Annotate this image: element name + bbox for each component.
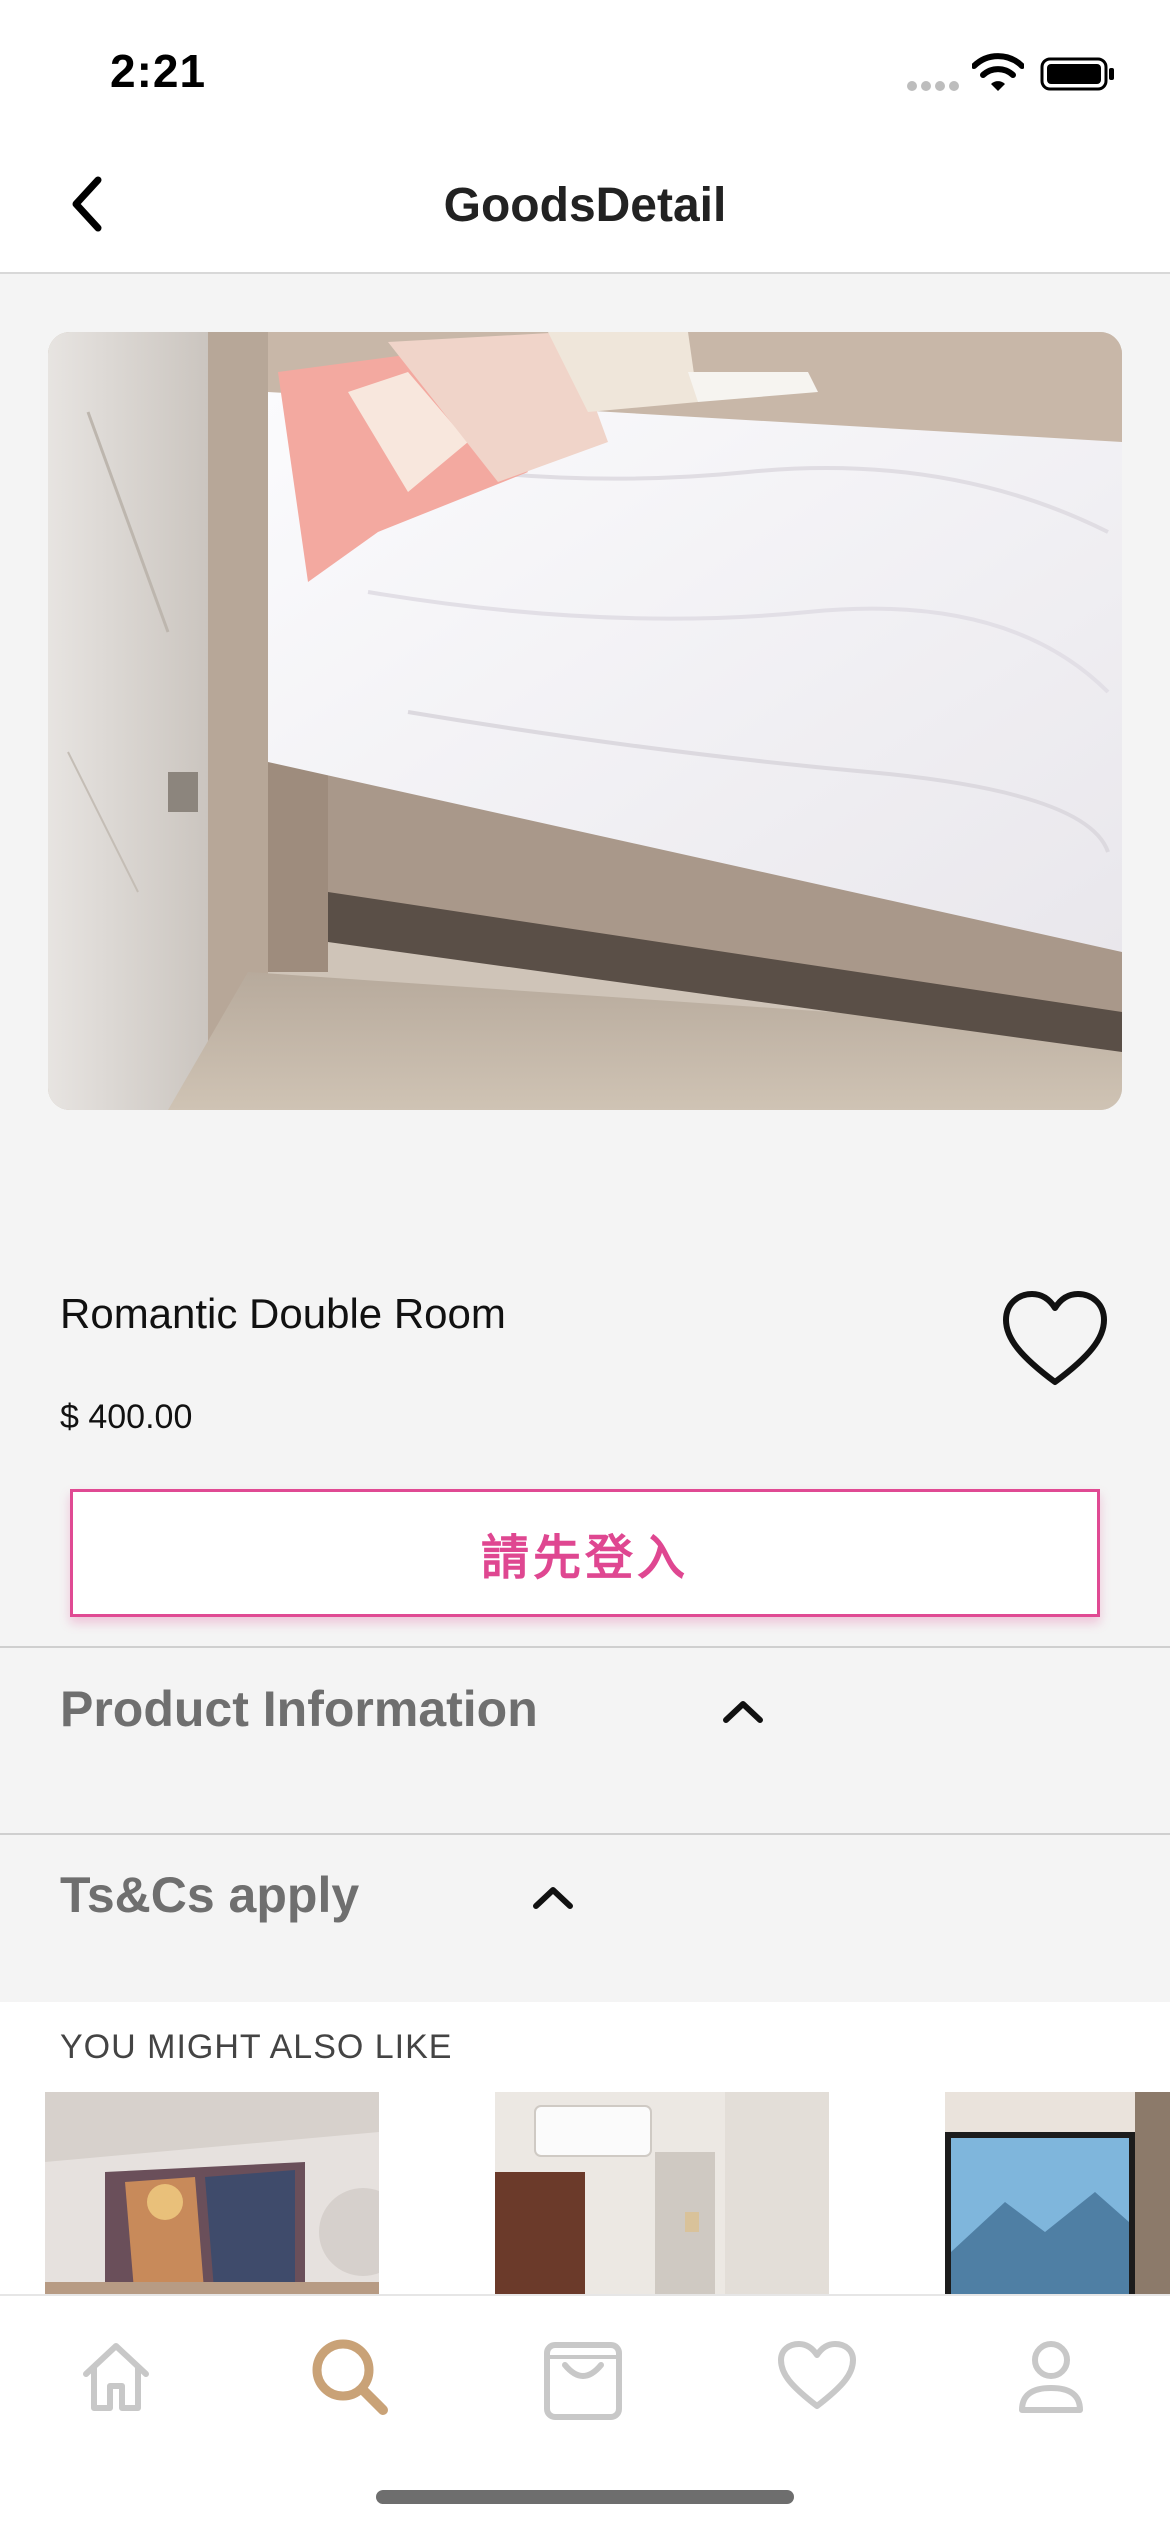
favorite-button[interactable] xyxy=(1000,1290,1110,1390)
tab-search[interactable] xyxy=(299,2326,399,2426)
wifi-icon xyxy=(972,53,1024,91)
home-indicator xyxy=(376,2490,794,2504)
room-photo-graffiti-wall xyxy=(45,2092,379,2294)
chevron-up-icon xyxy=(723,1701,763,1723)
section-title: Ts&Cs apply xyxy=(60,1867,360,1923)
chevron-up-icon xyxy=(533,1887,573,1909)
battery-icon xyxy=(1040,57,1114,91)
status-time: 2:21 xyxy=(110,45,207,97)
navigation-bar: GoodsDetail xyxy=(0,140,1170,274)
recommendation-card[interactable] xyxy=(945,2092,1170,2294)
divider xyxy=(0,1833,1170,1835)
tab-profile[interactable] xyxy=(1001,2326,1101,2426)
terms-conditions-header[interactable]: Ts&Cs apply xyxy=(0,1836,1170,1956)
tab-home[interactable] xyxy=(66,2326,166,2426)
recommendations-section: YOU MIGHT ALSO LIKE xyxy=(0,2002,1170,2294)
divider xyxy=(0,1646,1170,1648)
product-price: $ 400.00 xyxy=(60,1398,193,1436)
status-bar: 2:21 xyxy=(0,0,1170,140)
page-title: GoodsDetail xyxy=(443,179,727,232)
recommendations-title: YOU MIGHT ALSO LIKE xyxy=(60,2028,453,2066)
tab-favorites[interactable] xyxy=(767,2326,867,2426)
product-information-header[interactable]: Product Information xyxy=(0,1650,1170,1770)
shopping-bag-icon xyxy=(544,2342,622,2420)
recommendation-card[interactable] xyxy=(45,2092,379,2294)
profile-icon xyxy=(1019,2341,1083,2413)
recommendation-card[interactable] xyxy=(495,2092,829,2294)
tab-cart[interactable] xyxy=(533,2326,633,2426)
home-icon xyxy=(83,2343,149,2411)
heart-outline-icon xyxy=(1003,1291,1107,1385)
login-first-button[interactable]: 請先登入 xyxy=(70,1489,1100,1617)
search-icon xyxy=(312,2339,388,2415)
cellular-signal-icon xyxy=(907,81,959,91)
room-photo-air-conditioner xyxy=(495,2092,829,2294)
product-name: Romantic Double Room xyxy=(60,1290,506,1337)
room-photo-mountain-painting xyxy=(945,2092,1170,2294)
product-image[interactable] xyxy=(48,332,1122,1110)
section-title: Product Information xyxy=(60,1681,538,1737)
heart-icon xyxy=(778,2341,856,2409)
